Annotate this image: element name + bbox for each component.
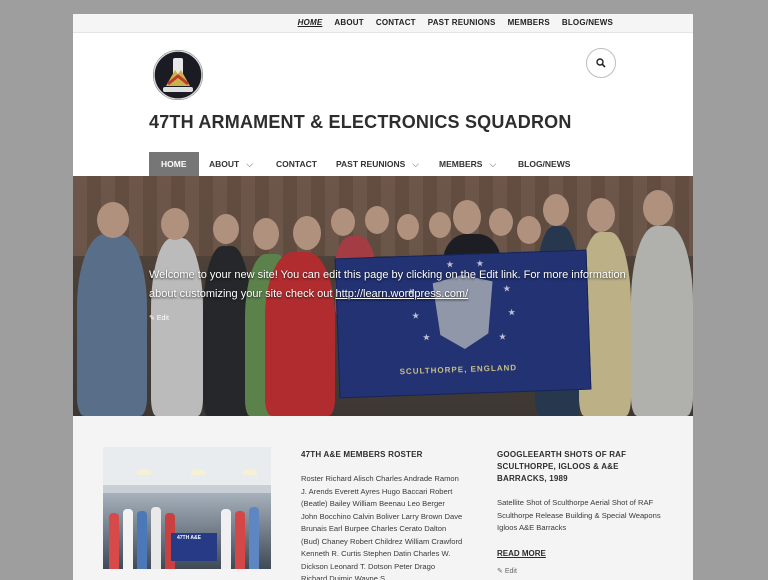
lamp-icon: [191, 469, 205, 475]
hero-edit-link[interactable]: ✎ Edit: [149, 314, 169, 322]
top-nav: HOME ABOUT CONTACT PAST REUNIONS MEMBERS…: [298, 18, 613, 27]
squadron-emblem-icon: [153, 50, 203, 100]
topnav-contact[interactable]: CONTACT: [376, 18, 416, 27]
roster-thumbnail[interactable]: 47TH A&E: [103, 447, 271, 569]
chevron-down-icon[interactable]: ⌵: [489, 152, 496, 176]
topnav-members[interactable]: MEMBERS: [508, 18, 550, 27]
googleearth-title[interactable]: GOOGLEEARTH SHOTS OF RAF SCULTHORPE, IGL…: [497, 449, 667, 485]
pencil-icon: ✎: [497, 567, 503, 575]
lamp-icon: [243, 469, 257, 475]
nav-item-label: CONTACT: [276, 159, 317, 169]
welcome-message: Welcome to your new site! You can edit t…: [149, 266, 629, 304]
thumb-person: [249, 507, 259, 569]
nav-item-past-reunions[interactable]: PAST REUNIONS ⌵: [336, 152, 419, 176]
nav-item-contact[interactable]: CONTACT: [276, 152, 317, 176]
nav-item-label: ABOUT: [209, 159, 240, 169]
nav-item-home[interactable]: HOME: [149, 152, 199, 176]
googleearth-edit-link[interactable]: ✎ Edit: [497, 567, 667, 575]
topnav-about[interactable]: ABOUT: [334, 18, 363, 27]
hero-banner: ★ ★ ★ ★ ★ ★ ★ ★ SCULTHORPE, ENGLAND Welc…: [73, 176, 693, 416]
main-nav: HOME ABOUT ⌵ CONTACT PAST REUNIONS ⌵ MEM…: [73, 152, 693, 176]
search-button[interactable]: [586, 48, 616, 78]
topnav-home[interactable]: HOME: [298, 18, 323, 27]
learn-wordpress-link[interactable]: http://learn.wordpress.com/: [335, 288, 468, 300]
roster-column: 47TH A&E MEMBERS ROSTER Roster Richard A…: [301, 449, 463, 580]
squadron-logo[interactable]: [153, 50, 203, 100]
nav-item-members[interactable]: MEMBERS ⌵: [439, 152, 496, 176]
featured-content: 47TH A&E 47TH A&E MEMBERS ROSTER Roster …: [73, 416, 693, 580]
page: HOME ABOUT CONTACT PAST REUNIONS MEMBERS…: [73, 14, 693, 580]
thumb-person: [137, 511, 147, 569]
thumb-person: [151, 507, 161, 569]
googleearth-excerpt: Satellite Shot of Sculthorpe Aerial Shot…: [497, 498, 661, 532]
search-icon: [596, 58, 606, 68]
hero-edit-label: Edit: [156, 315, 169, 322]
chevron-down-icon[interactable]: ⌵: [246, 152, 253, 176]
site-title[interactable]: 47TH ARMAMENT & ELECTRONICS SQUADRON: [149, 112, 572, 133]
nav-item-label: PAST REUNIONS: [336, 159, 406, 169]
nav-item-about[interactable]: ABOUT ⌵: [209, 152, 253, 176]
topnav-blog-news[interactable]: BLOG/NEWS: [562, 18, 613, 27]
top-bar: HOME ABOUT CONTACT PAST REUNIONS MEMBERS…: [73, 14, 693, 33]
nav-item-label: HOME: [161, 159, 187, 169]
chevron-down-icon[interactable]: ⌵: [412, 152, 419, 176]
roster-excerpt: Roster Richard Alisch Charles Andrade Ra…: [301, 474, 463, 580]
thumb-person: [235, 511, 245, 569]
thumb-person: [221, 509, 231, 569]
lamp-icon: [137, 469, 151, 475]
googleearth-column: GOOGLEEARTH SHOTS OF RAF SCULTHORPE, IGL…: [497, 449, 667, 575]
nav-item-label: BLOG/NEWS: [518, 159, 571, 169]
read-more-link[interactable]: READ MORE: [497, 549, 667, 558]
thumb-flag: 47TH A&E: [171, 533, 217, 561]
googleearth-edit-label: Edit: [504, 567, 517, 575]
thumb-person: [109, 513, 119, 569]
nav-item-label: MEMBERS: [439, 159, 483, 169]
thumb-ceiling: [103, 447, 271, 485]
roster-title[interactable]: 47TH A&E MEMBERS ROSTER: [301, 449, 463, 461]
topnav-past-reunions[interactable]: PAST REUNIONS: [428, 18, 496, 27]
nav-item-blog-news[interactable]: BLOG/NEWS: [518, 152, 570, 176]
thumb-flag-caption: 47TH A&E: [177, 535, 201, 541]
thumb-person: [123, 509, 133, 569]
pencil-icon: ✎: [149, 315, 155, 322]
